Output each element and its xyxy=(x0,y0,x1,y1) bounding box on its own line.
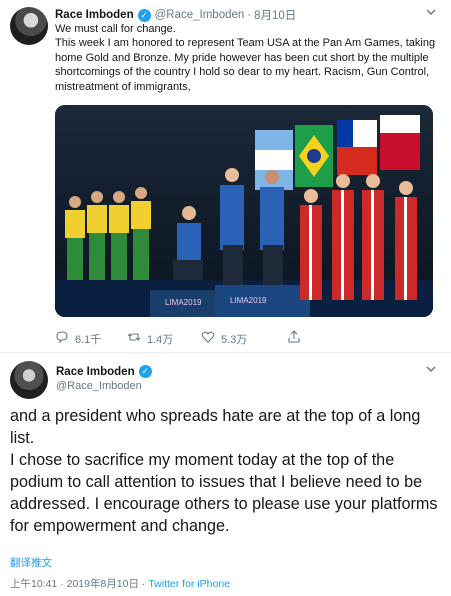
separator-dot: · xyxy=(247,9,252,21)
tweet-focused: Race Imboden ✓ @Race_Imboden and a presi… xyxy=(0,353,451,596)
author-name[interactable]: Race Imboden xyxy=(55,9,134,21)
reply-count: 6.1千 xyxy=(75,333,102,346)
tweet-photo[interactable]: LIMA2019 LIMA2019 xyxy=(55,105,433,317)
banner-text: LIMA2019 xyxy=(165,298,202,307)
tweet-time[interactable]: 8月10日 xyxy=(254,7,296,23)
tweet-timestamp[interactable]: 上午10:41 · 2019年8月10日 · xyxy=(10,578,148,590)
chevron-down-icon[interactable] xyxy=(423,6,439,22)
verified-badge-icon: ✓ xyxy=(138,365,152,378)
tweet-meta: 上午10:41 · 2019年8月10日 · Twitter for iPhon… xyxy=(10,576,230,591)
chevron-down-icon[interactable] xyxy=(423,363,439,379)
tweet-line: We must call for change. xyxy=(55,23,176,35)
banner-text: LIMA2019 xyxy=(230,296,267,305)
tweet-actions: 6.1千 1.4万 5.3万 xyxy=(55,330,435,346)
tweet-source[interactable]: Twitter for iPhone xyxy=(148,578,230,590)
retweet-icon xyxy=(127,330,141,347)
verified-badge-icon: ✓ xyxy=(137,8,151,22)
tweet-paragraph: I chose to sacrifice my moment today at … xyxy=(10,451,438,535)
avatar[interactable] xyxy=(10,7,48,45)
like-count: 5.3万 xyxy=(221,333,248,346)
like-icon xyxy=(201,330,215,347)
tweet-text: We must call for change. This week I am … xyxy=(55,22,440,94)
share-button[interactable] xyxy=(287,330,301,347)
tweet-line: This week I am honored to represent Team… xyxy=(55,37,436,93)
like-button[interactable]: 5.3万 xyxy=(201,330,247,347)
reply-icon xyxy=(55,330,69,347)
retweet-count: 1.4万 xyxy=(147,333,174,346)
retweet-button[interactable]: 1.4万 xyxy=(127,330,173,347)
avatar[interactable] xyxy=(10,361,48,399)
author-handle[interactable]: @Race_Imboden xyxy=(155,9,245,21)
tweet-header: Race Imboden ✓ @Race_Imboden · 8月10日 xyxy=(55,7,296,23)
author-handle[interactable]: @Race_Imboden xyxy=(56,380,142,392)
share-icon xyxy=(287,330,301,347)
tweet-header: Race Imboden ✓ xyxy=(56,365,156,378)
tweet-original[interactable]: Race Imboden ✓ @Race_Imboden · 8月10日 We … xyxy=(0,0,451,352)
translate-tweet-link[interactable]: 翻译推文 xyxy=(10,555,52,570)
tweet-paragraph: and a president who spreads hate are at … xyxy=(10,407,421,447)
reply-button[interactable]: 6.1千 xyxy=(55,330,101,347)
tweet-text: and a president who spreads hate are at … xyxy=(10,405,440,537)
author-name[interactable]: Race Imboden xyxy=(56,366,135,378)
